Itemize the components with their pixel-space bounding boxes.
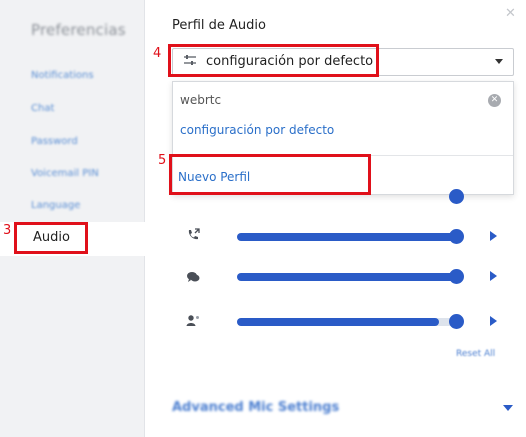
close-icon[interactable]: ✕	[505, 6, 516, 21]
slider-track-incoming[interactable]	[237, 233, 459, 241]
play-icon[interactable]	[490, 316, 497, 326]
profile-search-value: webrtc	[180, 93, 222, 107]
reset-all-link[interactable]: Reset All	[456, 349, 495, 359]
slider-track-user[interactable]	[237, 318, 459, 326]
preferences-sidebar: Preferencias Notifications Chat Password…	[0, 0, 145, 437]
chevron-down-icon[interactable]	[503, 405, 513, 411]
play-icon[interactable]	[490, 271, 497, 281]
clear-search-icon[interactable]: ✕	[488, 94, 501, 107]
play-icon[interactable]	[490, 231, 497, 241]
annotation-box-audio	[14, 222, 88, 254]
slider-track-chat[interactable]	[237, 273, 459, 281]
chevron-down-icon[interactable]	[495, 59, 503, 64]
user-notification-icon	[186, 314, 200, 331]
slider-thumb-user[interactable]	[449, 314, 464, 329]
annotation-4: 4	[153, 46, 162, 61]
annotation-box-new-profile	[169, 154, 371, 195]
advanced-mic-settings-header[interactable]: Advanced Mic Settings	[172, 400, 339, 415]
sidebar-item-password[interactable]: Password	[31, 136, 78, 147]
slider-thumb-chat[interactable]	[449, 269, 464, 284]
phone-incoming-icon	[186, 228, 200, 245]
sidebar-item-voicemail-pin[interactable]: Voicemail PIN	[31, 168, 99, 179]
slider-thumb-phone[interactable]	[449, 189, 464, 204]
sidebar-item-language[interactable]: Language	[31, 200, 80, 211]
sidebar-item-chat[interactable]: Chat	[31, 103, 54, 114]
sidebar-item-notifications[interactable]: Notifications	[31, 70, 94, 81]
dropdown-option-default[interactable]: configuración por defecto	[180, 123, 334, 137]
slider-fill-user	[237, 318, 439, 326]
chat-bubbles-icon	[186, 270, 200, 287]
annotation-3: 3	[3, 223, 12, 238]
sidebar-title: Preferencias	[31, 21, 126, 39]
slider-thumb-incoming[interactable]	[449, 229, 464, 244]
annotation-box-profile-select	[168, 44, 379, 77]
annotation-5: 5	[158, 153, 167, 168]
page-title: Perfil de Audio	[172, 18, 266, 33]
profile-search-input[interactable]: webrtc ✕	[173, 82, 513, 118]
